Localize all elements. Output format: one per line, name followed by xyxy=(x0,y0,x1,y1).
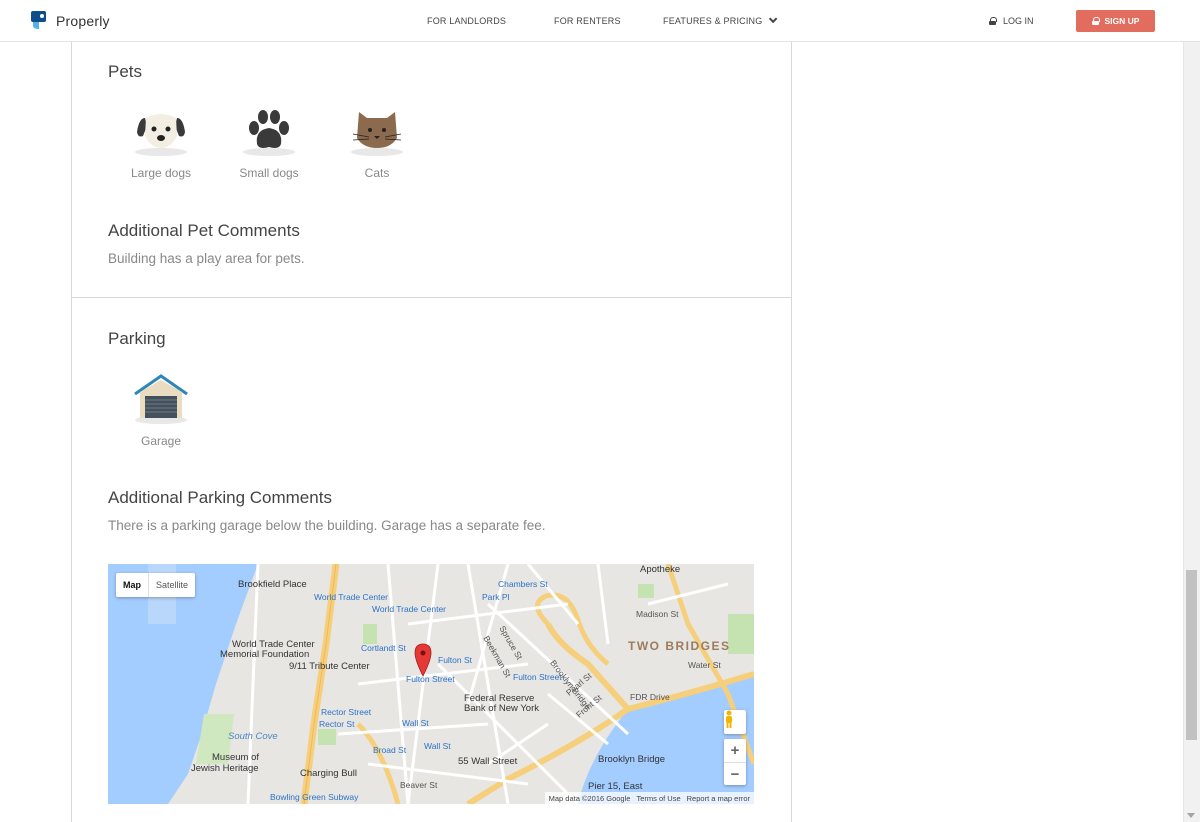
map-label-chambers: Chambers St xyxy=(498,579,548,589)
map-label-55-wall-street: 55 Wall Street xyxy=(458,756,518,767)
map-label-wtc-memorial-2: Memorial Foundation xyxy=(220,649,310,660)
properly-logo-icon xyxy=(31,11,50,30)
nav-features-pricing-label: FEATURES & PRICING xyxy=(663,16,763,26)
login-link[interactable]: LOG IN xyxy=(989,16,1034,26)
map-label-tribute: 9/11 Tribute Center xyxy=(289,661,370,672)
scroll-down-arrow-icon[interactable] xyxy=(1187,813,1195,818)
pet-comments-text: Building has a play area for pets. xyxy=(108,251,305,266)
pets-heading: Pets xyxy=(108,62,143,81)
section-divider xyxy=(71,297,792,298)
map-label-broad-st: Broad St xyxy=(373,745,407,755)
map-label-brooklyn-bridge-2: Brooklyn Bridge xyxy=(598,754,666,765)
nav-for-landlords[interactable]: FOR LANDLORDS xyxy=(427,16,506,26)
map-label-fulton-street: Fulton Street xyxy=(406,674,455,684)
lock-icon xyxy=(989,17,997,25)
map-label-charging-bull: Charging Bull xyxy=(300,768,358,779)
map-label-museum-1: Museum of xyxy=(212,752,259,763)
brand-logo[interactable]: Properly xyxy=(31,11,110,30)
map-type-map[interactable]: Map xyxy=(116,573,148,597)
location-map[interactable]: Map Satellite + − Map data ©2016 Google … xyxy=(108,564,754,804)
map-report-error-link[interactable]: Report a map error xyxy=(687,794,750,803)
map-label-pier-15: Pier 15, East xyxy=(588,781,643,792)
signup-button[interactable]: SIGN UP xyxy=(1076,10,1155,32)
nav-for-renters[interactable]: FOR RENTERS xyxy=(554,16,621,26)
signup-label: SIGN UP xyxy=(1104,16,1140,26)
paw-print-icon xyxy=(239,104,299,160)
parking-item-garage: Garage xyxy=(108,372,214,448)
map-label-wall-st-2: Wall St xyxy=(424,741,451,751)
chevron-down-icon xyxy=(769,14,778,24)
map-data-credit: Map data ©2016 Google xyxy=(548,793,631,803)
map-label-fulton-st: Fulton St xyxy=(438,655,473,665)
pet-item-cats: Cats xyxy=(324,104,430,180)
map-label-rector-street: Rector Street xyxy=(321,707,372,717)
map-attribution: Map data ©2016 Google Terms of Use Repor… xyxy=(544,792,754,804)
map-label-south-cove: South Cove xyxy=(228,731,278,742)
map-label-wtc2: World Trade Center xyxy=(372,604,447,614)
map-label-water-st: Water St xyxy=(688,660,721,670)
lock-icon xyxy=(1091,17,1100,25)
map-label-brookfield: Brookfield Place xyxy=(238,579,307,590)
street-view-pegman[interactable] xyxy=(724,710,746,734)
map-label-apotheke: Apotheke xyxy=(640,564,681,575)
pet-item-label: Small dogs xyxy=(239,166,299,180)
nav-features-pricing[interactable]: FEATURES & PRICING xyxy=(663,14,778,26)
brand-name: Properly xyxy=(56,12,110,29)
google-logo-mark xyxy=(113,801,165,804)
map-label-rector-st: Rector St xyxy=(319,719,355,729)
parking-heading: Parking xyxy=(108,329,166,348)
pet-item-label: Cats xyxy=(364,166,390,180)
map-label-madison: Madison St xyxy=(636,609,679,619)
map-type-toggle[interactable]: Map Satellite xyxy=(116,573,196,597)
large-dog-icon xyxy=(131,104,191,160)
pegman-icon xyxy=(726,710,732,728)
zoom-out-button[interactable]: − xyxy=(724,762,746,785)
pet-item-small-dogs: Small dogs xyxy=(216,104,322,180)
scrollbar-thumb[interactable] xyxy=(1186,570,1197,740)
map-label-park-pl: Park Pl xyxy=(482,592,510,602)
zoom-in-button[interactable]: + xyxy=(724,739,746,762)
map-type-satellite[interactable]: Satellite xyxy=(148,573,195,597)
pet-item-large-dogs: Large dogs xyxy=(108,104,214,180)
top-navigation-bar: Properly FOR LANDLORDS FOR RENTERS FEATU… xyxy=(0,0,1200,42)
map-label-museum-2: Jewish Heritage xyxy=(191,763,259,774)
garage-icon xyxy=(131,372,191,428)
additional-pet-comments-heading: Additional Pet Comments xyxy=(108,221,300,240)
pet-item-label: Large dogs xyxy=(130,166,192,180)
map-label-bowling-green: Bowling Green Subway xyxy=(270,792,359,802)
page-scrollbar[interactable] xyxy=(1183,42,1200,822)
parking-item-label: Garage xyxy=(140,434,182,448)
additional-parking-comments-heading: Additional Parking Comments xyxy=(108,488,332,507)
map-label-federal-2: Bank of New York xyxy=(464,703,539,714)
cat-icon xyxy=(347,104,407,160)
map-label-cortlandt: Cortlandt St xyxy=(361,643,406,653)
map-label-wtc: World Trade Center xyxy=(314,592,389,602)
login-label: LOG IN xyxy=(1003,16,1034,26)
map-label-fulton-street-2: Fulton Street xyxy=(513,672,562,682)
map-label-fdr: FDR Drive xyxy=(630,692,670,702)
map-terms-link[interactable]: Terms of Use xyxy=(636,794,680,803)
map-zoom-control: + − xyxy=(724,739,746,785)
parking-comments-text: There is a parking garage below the buil… xyxy=(108,518,546,533)
map-label-wall-st: Wall St xyxy=(402,718,429,728)
map-label-two-bridges: TWO BRIDGES xyxy=(628,639,731,653)
map-label-beaver: Beaver St xyxy=(400,780,438,790)
